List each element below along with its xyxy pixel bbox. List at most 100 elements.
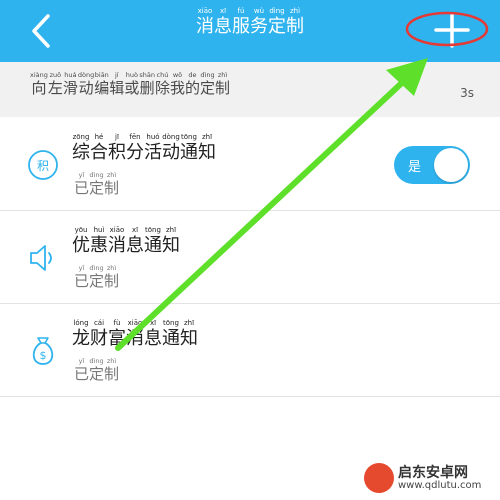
hanzi: 综 (72, 142, 90, 163)
ruby-char: dìng 定 (89, 172, 104, 196)
ruby-char: xiāo 消 (126, 320, 144, 348)
ruby-char: de 的 (185, 72, 200, 96)
ruby-char: zuǒ 左 (48, 72, 63, 96)
hanzi: 通 (162, 328, 180, 349)
ruby-char: huò 或 (124, 72, 139, 96)
money-bag-icon: $ (32, 337, 54, 365)
hanzi: 左 (47, 79, 63, 97)
hanzi: 息 (214, 16, 232, 37)
ruby-char: fù 富 (108, 320, 126, 348)
ruby-char: jī 积 (108, 134, 126, 162)
ruby-char: chú 除 (155, 72, 170, 96)
list-item-wealth[interactable]: $ lóng 龙 cái 财 fù 富 xiāo 消 xī 息 tōng 通 zhī 知 yǐ 已 dìng 定… (0, 304, 500, 397)
row-status: yǐ 已 dìng 定 zhì 制 (74, 358, 119, 383)
hanzi: 制 (104, 179, 120, 197)
ruby-char: xī 息 (144, 320, 162, 348)
hanzi: 制 (104, 272, 120, 290)
hanzi: 务 (250, 16, 268, 37)
hanzi: 知 (162, 235, 180, 256)
speaker-icon (30, 245, 52, 271)
ruby-char: zōng 综 (72, 134, 90, 162)
ruby-char: tōng 通 (162, 320, 180, 348)
ruby-char: biān 编 (94, 72, 109, 96)
hanzi: 已 (74, 272, 90, 290)
hanzi: 向 (31, 79, 47, 97)
watermark-logo (364, 463, 394, 493)
ruby-char: zhī 知 (180, 320, 198, 348)
annotation-circle (405, 11, 489, 47)
hanzi: 消 (196, 16, 214, 37)
hanzi: 消 (108, 235, 126, 256)
hanzi: 辑 (109, 79, 125, 97)
hanzi: 优 (72, 235, 90, 256)
ruby-char: xiāo 消 (108, 227, 126, 255)
hanzi: 分 (126, 142, 144, 163)
ruby-char: cái 财 (90, 320, 108, 348)
hanzi: 编 (94, 79, 110, 97)
hanzi: 定 (268, 16, 286, 37)
ruby-char: zhì 制 (104, 172, 119, 196)
hanzi: 定 (199, 79, 215, 97)
ruby-char: xiàng 向 (30, 72, 48, 96)
ruby-char: tōng 通 (180, 134, 198, 162)
ruby-char: dìng 定 (89, 265, 104, 289)
ruby-char: dòng 动 (162, 134, 180, 162)
watermark: 启东安卓网 www.qdlutu.com (364, 462, 492, 496)
ruby-char: dìng 定 (268, 8, 286, 36)
ruby-char: dìng 定 (89, 358, 104, 382)
chevron-left-icon (32, 14, 50, 48)
hint-countdown: 3s (460, 86, 474, 100)
hanzi: 滑 (62, 79, 78, 97)
ruby-char: jí 辑 (109, 72, 124, 96)
hanzi: 财 (90, 328, 108, 349)
ruby-char: zhì 制 (215, 72, 230, 96)
hanzi: 惠 (90, 235, 108, 256)
hanzi: 积 (108, 142, 126, 163)
ruby-char: fēn 分 (126, 134, 144, 162)
ruby-char: huá 滑 (63, 72, 78, 96)
hanzi: 我 (169, 79, 185, 97)
hanzi: 定 (89, 272, 105, 290)
hanzi: 删 (139, 79, 155, 97)
hanzi: 通 (180, 142, 198, 163)
hanzi: 或 (124, 79, 140, 97)
ruby-char: zhì 制 (104, 265, 119, 289)
ruby-char: wǒ 我 (170, 72, 185, 96)
hanzi: 服 (232, 16, 250, 37)
ruby-char: huó 活 (144, 134, 162, 162)
ruby-char: yǐ 已 (74, 358, 89, 382)
hanzi: 富 (108, 328, 126, 349)
hanzi: 消 (126, 328, 144, 349)
row-status: yǐ 已 dìng 定 zhì 制 (74, 265, 119, 290)
ruby-char: wù 务 (250, 8, 268, 36)
ruby-char: shān 删 (139, 72, 155, 96)
hanzi: 合 (90, 142, 108, 163)
enable-toggle[interactable]: 是 (394, 146, 470, 184)
ruby-char: yǐ 已 (74, 265, 89, 289)
hanzi: 定 (89, 179, 105, 197)
toggle-knob (434, 148, 468, 182)
ruby-char: xī 息 (214, 8, 232, 36)
hanzi: 息 (144, 328, 162, 349)
hanzi: 动 (162, 142, 180, 163)
list-item-discount[interactable]: yōu 优 huì 惠 xiāo 消 xī 息 tōng 通 zhī 知 yǐ 已 dìng 定 zhì 制 (0, 211, 500, 304)
ruby-char: xiāo 消 (196, 8, 214, 36)
ruby-char: dìng 定 (200, 72, 215, 96)
ruby-char: lóng 龙 (72, 320, 90, 348)
hanzi: 制 (215, 79, 231, 97)
hanzi: 的 (184, 79, 200, 97)
hanzi: 知 (198, 142, 216, 163)
hanzi: 定 (89, 365, 105, 383)
ruby-char: zhī 知 (162, 227, 180, 255)
hanzi: 除 (154, 79, 170, 97)
back-button[interactable] (24, 12, 58, 50)
ruby-char: zhì 制 (286, 8, 304, 36)
ruby-char: fú 服 (232, 8, 250, 36)
ruby-char: yǐ 已 (74, 172, 89, 196)
points-badge-text: 积 (37, 159, 49, 173)
row-title: zōng 综 hé 合 jī 积 fēn 分 huó 活 dòng 动 tōng 通 zhī 知 (72, 134, 216, 162)
page-title: xiāo 消 xī 息 fú 服 wù 务 dìng 定 zhì 制 (150, 8, 350, 36)
hanzi: 制 (104, 365, 120, 383)
hanzi: 制 (286, 16, 304, 37)
hanzi: 息 (126, 235, 144, 256)
